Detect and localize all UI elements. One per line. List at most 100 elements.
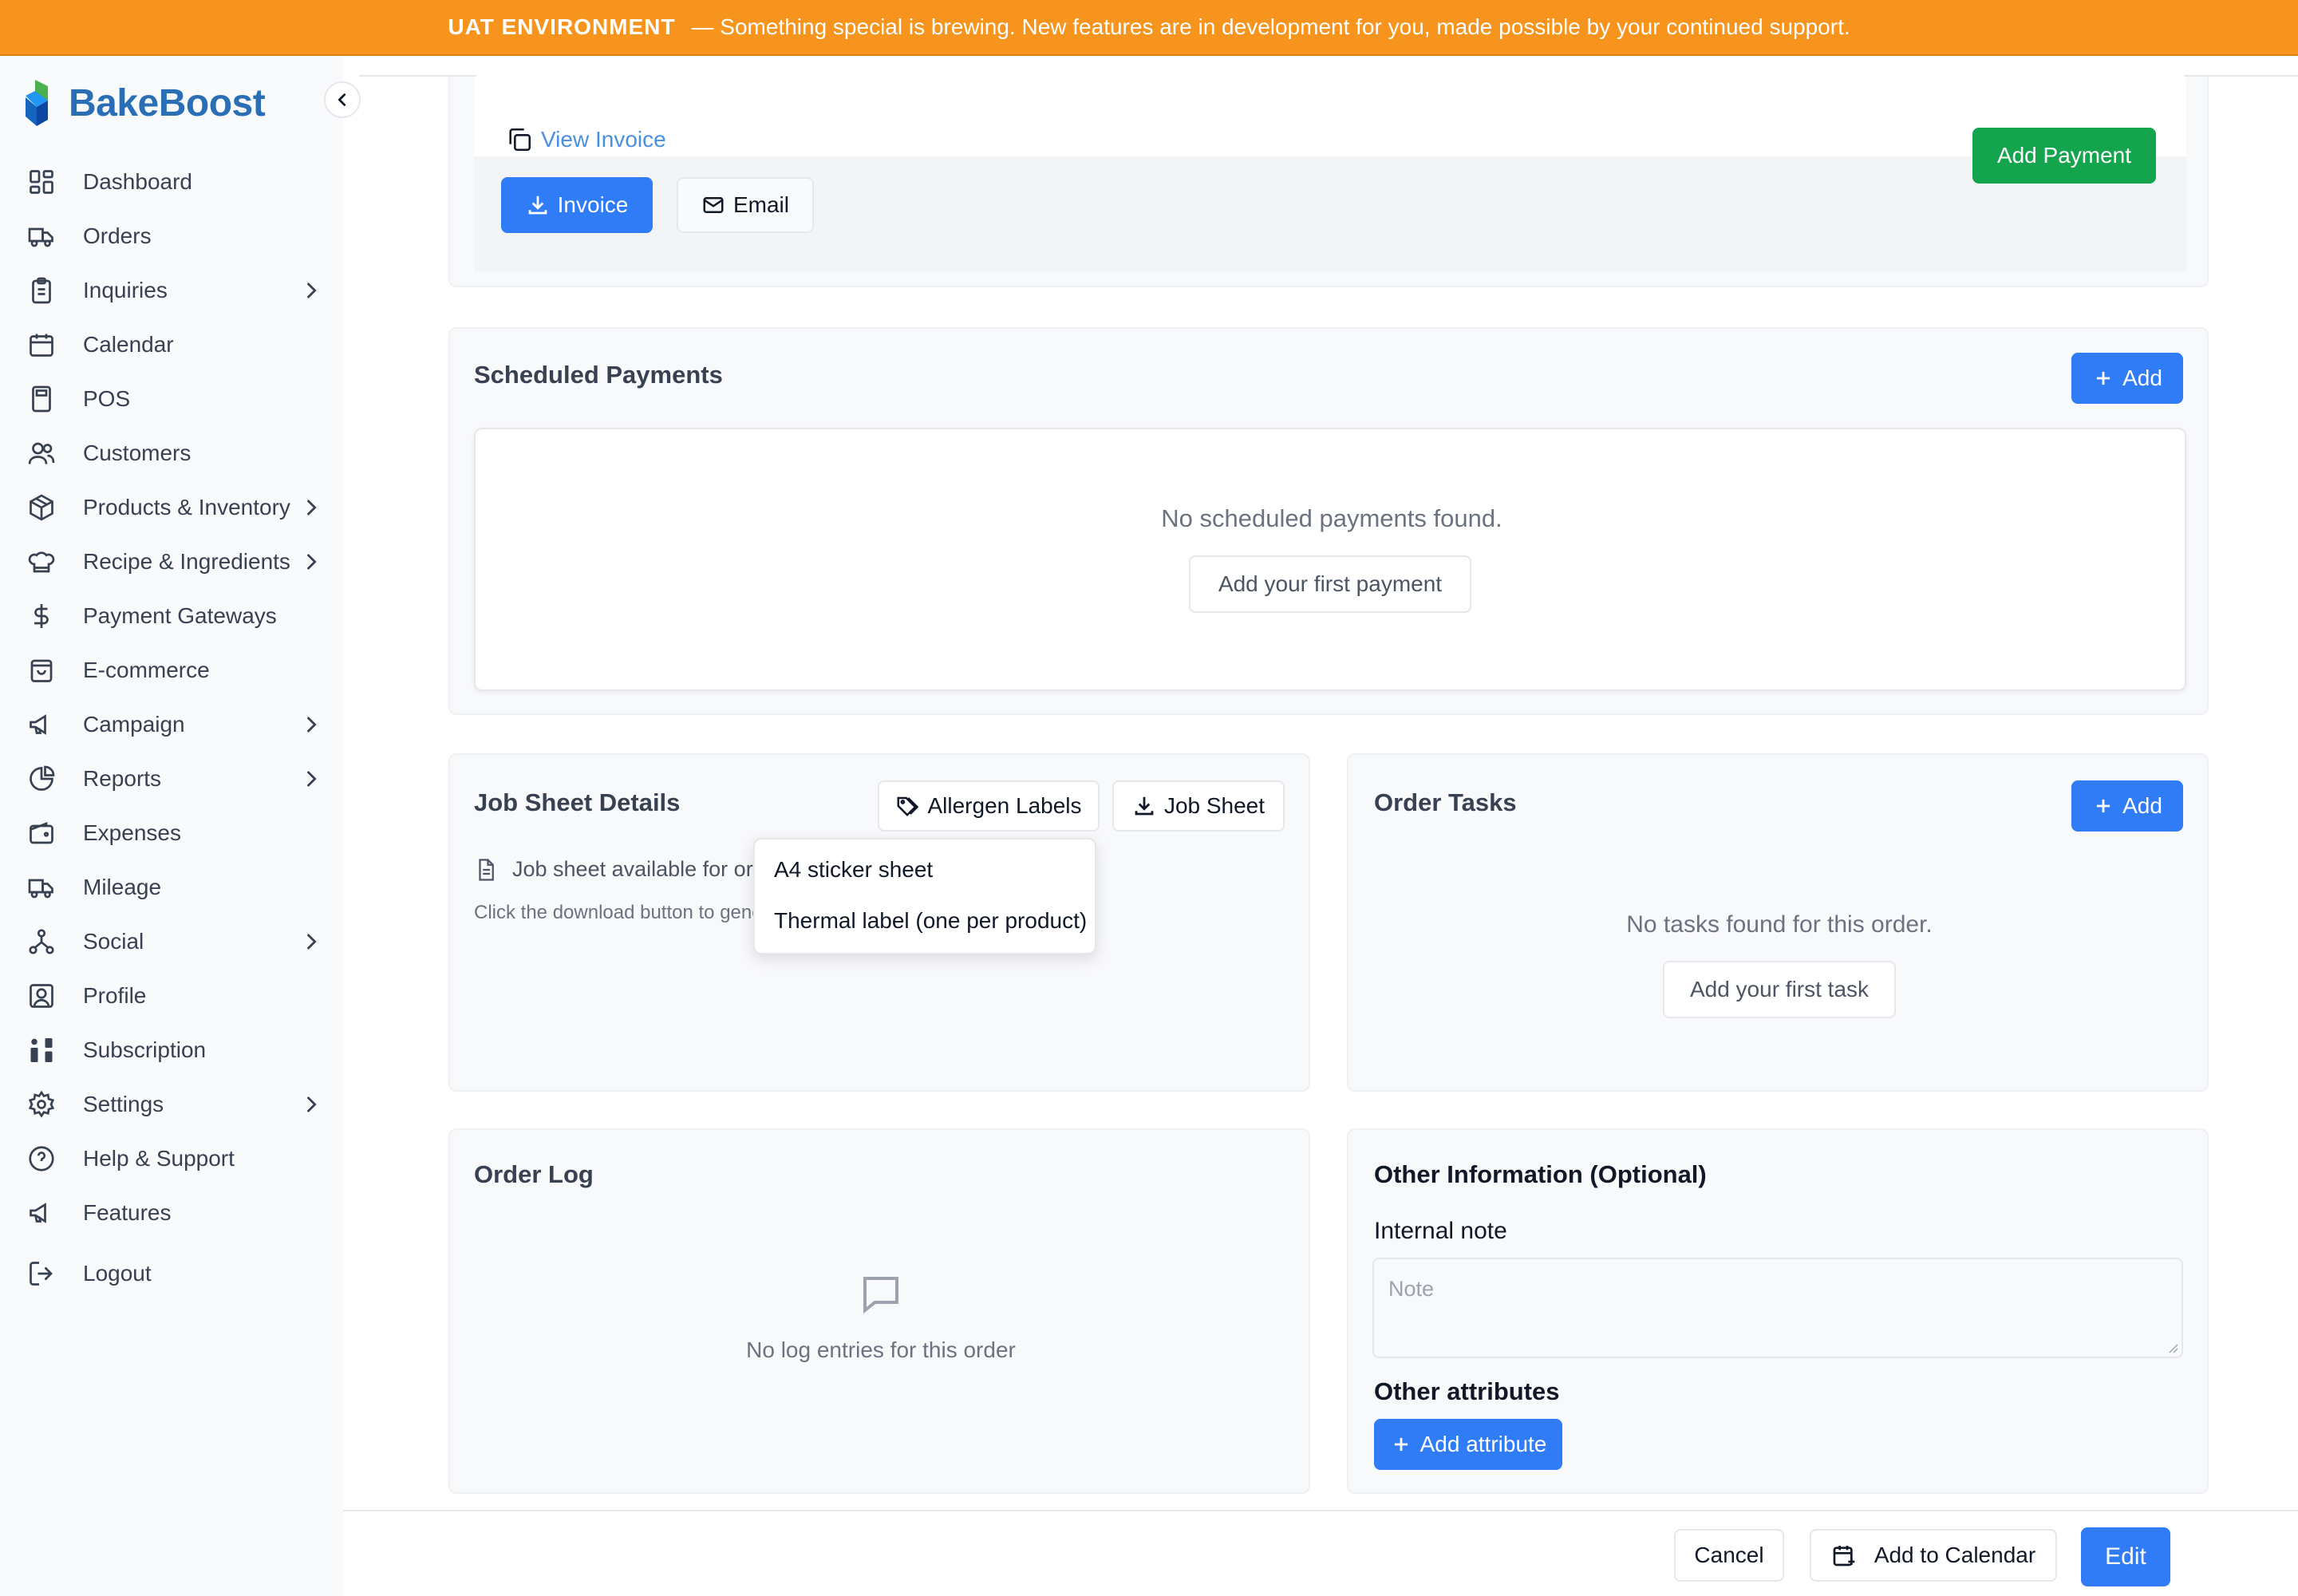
dropdown-option-a4-sticker[interactable]: A4 sticker sheet bbox=[774, 857, 933, 883]
sidebar-item-label: Expenses bbox=[83, 820, 181, 845]
dollar-icon bbox=[26, 600, 57, 632]
add-task-button[interactable]: Add bbox=[2071, 780, 2183, 832]
sidebar-item-ecommerce[interactable]: E-commerce bbox=[0, 643, 343, 697]
sidebar-nav: Dashboard Orders Inquiries Calendar POS … bbox=[0, 155, 343, 1301]
tag-icon bbox=[897, 796, 919, 817]
sidebar-item-orders[interactable]: Orders bbox=[0, 209, 343, 263]
chevron-right-icon bbox=[307, 554, 317, 570]
add-payment-button[interactable]: Add Payment bbox=[1972, 128, 2156, 184]
add-first-task-label: Add your first task bbox=[1689, 977, 1870, 1001]
sidebar-item-features[interactable]: Features bbox=[0, 1186, 343, 1240]
sidebar-item-inquiries[interactable]: Inquiries bbox=[0, 263, 343, 318]
banner-tag: UAT ENVIRONMENT bbox=[448, 14, 676, 39]
note-placeholder: Note bbox=[1388, 1277, 1435, 1301]
sidebar-item-label: Inquiries bbox=[83, 278, 168, 302]
add-attribute-button[interactable]: Add attribute bbox=[1374, 1419, 1562, 1470]
sidebar-item-profile[interactable]: Profile bbox=[0, 969, 343, 1023]
job-sheet-available-text: Job sheet available for or bbox=[512, 857, 753, 881]
job-sheet-label: Job Sheet bbox=[1163, 793, 1265, 818]
job-sheet-hint: Click the download button to gene bbox=[474, 902, 763, 923]
order-tasks-card: Order Tasks Add No tasks found for this … bbox=[1347, 753, 2209, 1092]
chevron-right-icon bbox=[307, 934, 317, 950]
shopping-bag-icon bbox=[26, 654, 57, 686]
box-icon bbox=[26, 492, 57, 523]
internal-note-label: Internal note bbox=[1374, 1218, 1507, 1244]
internal-note-input[interactable]: Note bbox=[1372, 1258, 2183, 1358]
cancel-button[interactable]: Cancel bbox=[1674, 1529, 1784, 1582]
sidebar: BakeBoost Dashboard Orders Inquiries Cal… bbox=[0, 57, 361, 1596]
add-attribute-label: Add attribute bbox=[1419, 1432, 1547, 1456]
sort-icon bbox=[26, 1034, 57, 1066]
sidebar-item-settings[interactable]: Settings bbox=[0, 1077, 343, 1132]
view-invoice-link[interactable]: View Invoice bbox=[506, 126, 666, 153]
sidebar-item-dashboard[interactable]: Dashboard bbox=[0, 155, 343, 209]
edit-label: Edit bbox=[2105, 1543, 2146, 1570]
collapse-sidebar-button[interactable] bbox=[324, 81, 361, 118]
sidebar-item-help-support[interactable]: Help & Support bbox=[0, 1132, 343, 1186]
order-tasks-title: Order Tasks bbox=[1374, 788, 1517, 816]
sidebar-item-logout[interactable]: Logout bbox=[0, 1246, 343, 1301]
sidebar-item-recipe-ingredients[interactable]: Recipe & Ingredients bbox=[0, 535, 343, 589]
megaphone-icon bbox=[26, 1197, 57, 1229]
sidebar-item-label: Settings bbox=[83, 1092, 164, 1116]
document-icon bbox=[479, 858, 494, 881]
order-log-card: Order Log No log entries for this order bbox=[448, 1128, 1310, 1494]
sidebar-item-calendar[interactable]: Calendar bbox=[0, 318, 343, 372]
sidebar-item-payment-gateways[interactable]: Payment Gateways bbox=[0, 589, 343, 643]
gear-icon bbox=[26, 1088, 57, 1120]
sidebar-item-label: Reports bbox=[83, 766, 162, 791]
sidebar-item-mileage[interactable]: Mileage bbox=[0, 860, 343, 915]
sidebar-item-label: Recipe & Ingredients bbox=[83, 549, 290, 574]
sidebar-item-campaign[interactable]: Campaign bbox=[0, 697, 343, 752]
sidebar-item-social[interactable]: Social bbox=[0, 915, 343, 969]
no-tasks-text: No tasks found for this order. bbox=[1626, 911, 1933, 938]
add-to-calendar-button[interactable]: Add to Calendar bbox=[1810, 1529, 2057, 1582]
chevron-right-icon bbox=[307, 282, 317, 298]
sidebar-item-label: Profile bbox=[83, 983, 147, 1008]
sidebar-item-pos[interactable]: POS bbox=[0, 372, 343, 426]
download-invoice-button[interactable]: Invoice bbox=[501, 177, 653, 233]
invoice-button-label: Invoice bbox=[557, 192, 629, 217]
allergen-labels-button[interactable]: Allergen Labels bbox=[878, 780, 1100, 832]
calendar-plus-icon bbox=[1833, 1546, 1855, 1566]
no-scheduled-payments-text: No scheduled payments found. bbox=[1161, 504, 1502, 532]
megaphone-icon bbox=[26, 709, 57, 741]
email-button-label: Email bbox=[732, 192, 789, 217]
sidebar-item-label: Mileage bbox=[83, 875, 162, 899]
resize-handle-icon[interactable] bbox=[2166, 1341, 2178, 1353]
job-sheet-title: Job Sheet Details bbox=[474, 788, 681, 816]
sidebar-item-label: Social bbox=[83, 929, 144, 954]
add-first-payment-button[interactable]: Add your first payment bbox=[1189, 555, 1471, 613]
plus-icon bbox=[2096, 799, 2110, 813]
sidebar-item-label: Calendar bbox=[83, 332, 174, 357]
chevron-left-icon bbox=[338, 93, 346, 106]
job-sheet-download-button[interactable]: Job Sheet bbox=[1112, 780, 1285, 832]
share-icon bbox=[26, 926, 57, 958]
edit-button[interactable]: Edit bbox=[2081, 1527, 2170, 1586]
email-invoice-button[interactable]: Email bbox=[677, 177, 814, 233]
app-logo[interactable]: BakeBoost bbox=[24, 77, 266, 129]
profile-icon bbox=[26, 980, 57, 1012]
dropdown-option-thermal-label[interactable]: Thermal label (one per product) bbox=[774, 908, 1087, 934]
pie-chart-icon bbox=[26, 763, 57, 795]
calendar-icon bbox=[26, 329, 57, 361]
sidebar-item-label: Dashboard bbox=[83, 169, 192, 194]
truck-icon bbox=[26, 220, 57, 252]
sidebar-item-subscription[interactable]: Subscription bbox=[0, 1023, 343, 1077]
truck-icon bbox=[26, 871, 57, 903]
help-icon bbox=[26, 1143, 57, 1175]
add-first-task-button[interactable]: Add your first task bbox=[1663, 961, 1896, 1018]
sidebar-item-reports[interactable]: Reports bbox=[0, 752, 343, 806]
download-icon bbox=[1135, 796, 1154, 816]
footer-action-bar: Cancel Add to Calendar Edit bbox=[343, 1510, 2298, 1596]
sidebar-item-label: Subscription bbox=[83, 1037, 207, 1062]
calculator-icon bbox=[26, 383, 57, 415]
sidebar-item-customers[interactable]: Customers bbox=[0, 426, 343, 480]
uat-banner: UAT ENVIRONMENT — Something special is b… bbox=[0, 0, 2298, 56]
sidebar-item-products-inventory[interactable]: Products & Inventory bbox=[0, 480, 343, 535]
chevron-right-icon bbox=[307, 717, 317, 733]
sidebar-item-expenses[interactable]: Expenses bbox=[0, 806, 343, 860]
sidebar-item-label: Customers bbox=[83, 440, 192, 465]
copy-icon bbox=[509, 128, 531, 152]
add-scheduled-payment-button[interactable]: Add bbox=[2071, 353, 2183, 404]
